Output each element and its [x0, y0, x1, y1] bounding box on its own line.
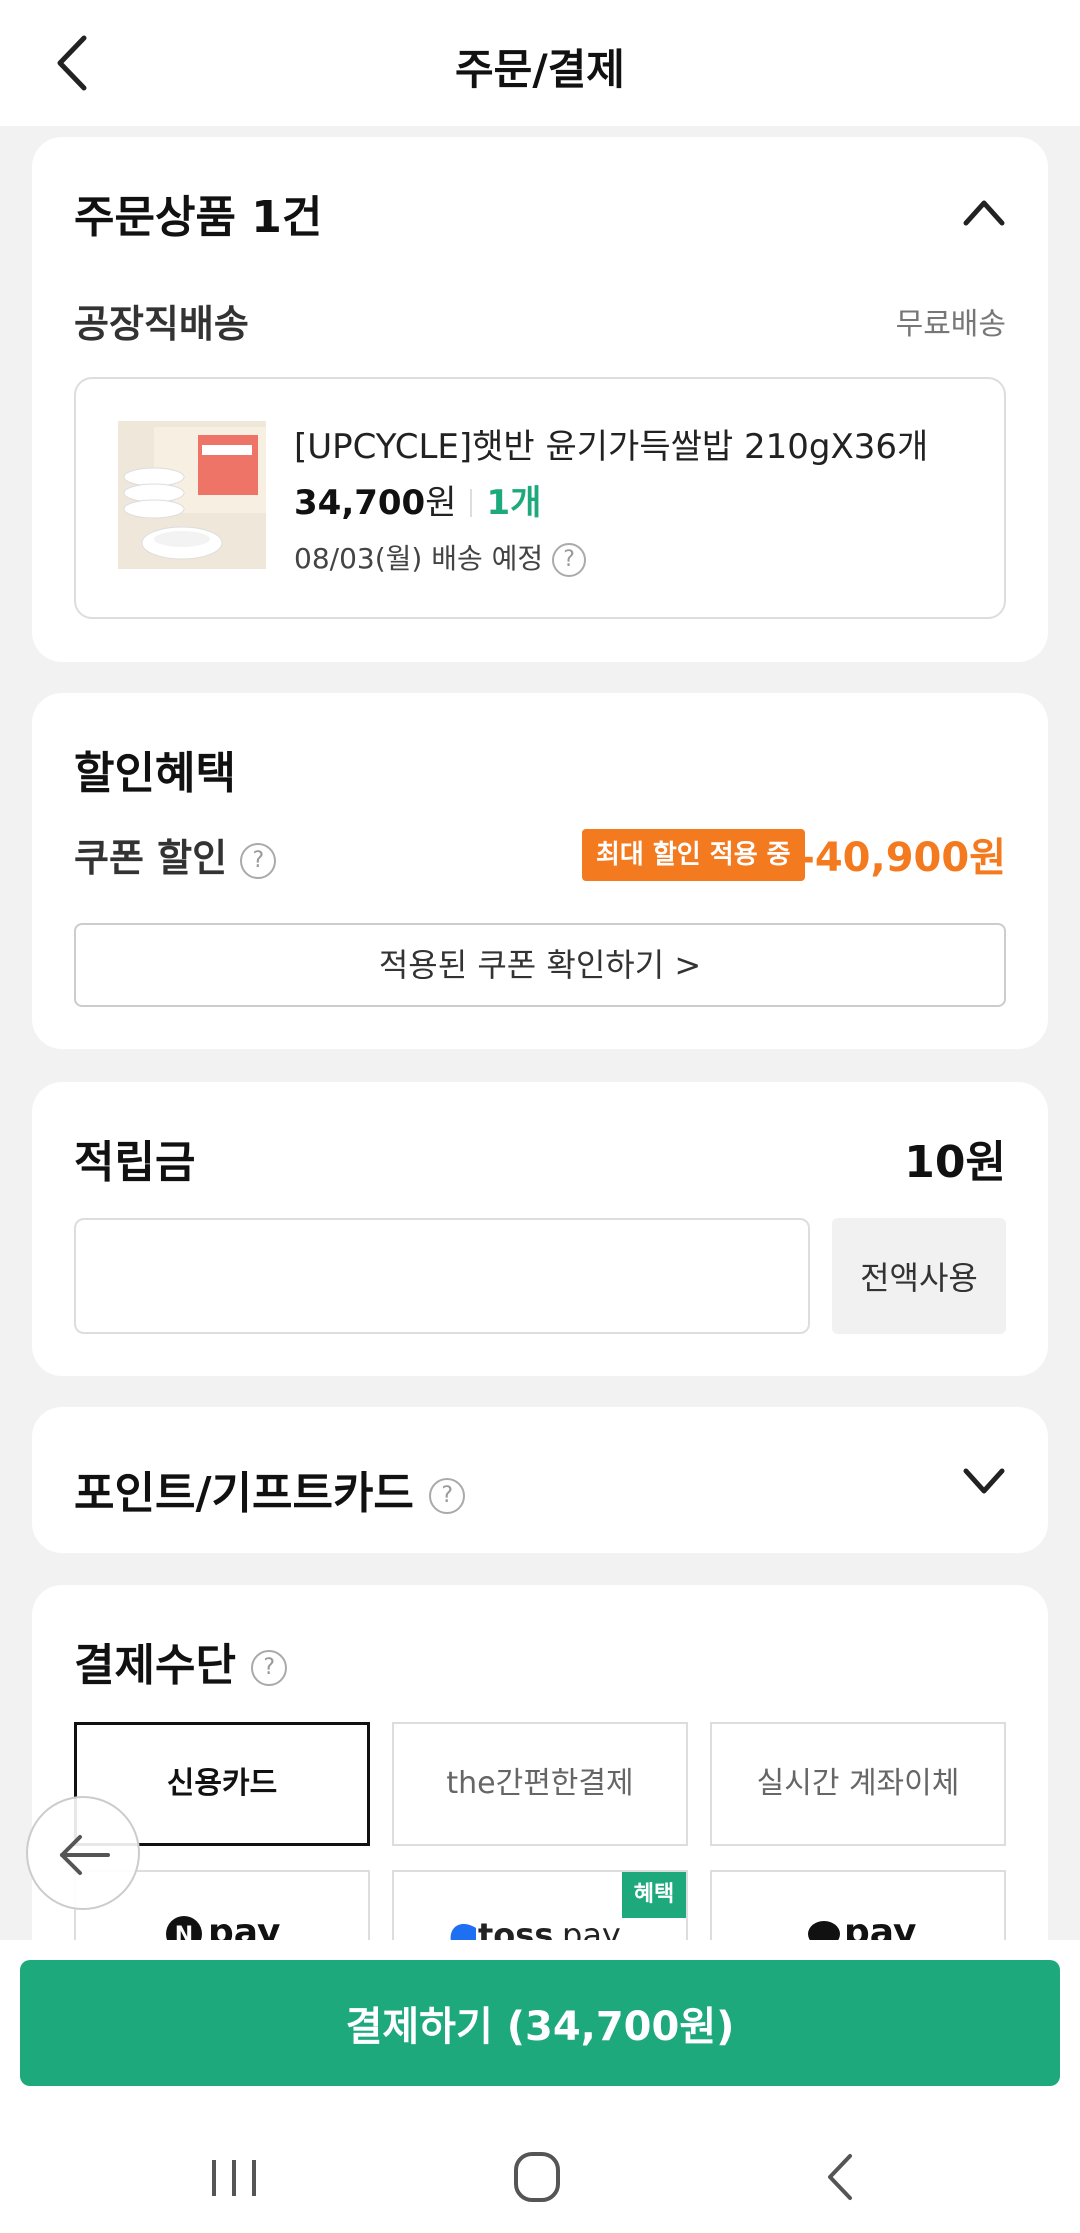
bottom-pay-bar: 결제하기 (34,700원) — [0, 1940, 1080, 2100]
order-items-card: 주문상품 1건 공장직배송 무료배송 [UPCYCLE]햇반 윤기가득쌀밥 21… — [32, 137, 1048, 662]
product-quantity: 1개 — [486, 483, 542, 523]
reward-title: 적립금 — [74, 1137, 196, 1188]
floating-back-button[interactable] — [26, 1796, 140, 1910]
use-all-reward-button[interactable]: 전액사용 — [832, 1218, 1006, 1334]
product-price: 34,700 — [294, 483, 426, 523]
benefit-badge: 혜택 — [622, 1872, 686, 1918]
check-coupons-button[interactable]: 적용된 쿠폰 확인하기 > — [74, 923, 1006, 1007]
coupon-discount-amount: -40,900원 — [798, 835, 1006, 881]
delivery-date-row: 08/03(월) 배송 예정 ? — [294, 537, 587, 577]
payment-help-icon[interactable]: ? — [251, 1650, 288, 1686]
product-image — [118, 421, 266, 569]
product-item[interactable]: [UPCYCLE]햇반 윤기가득쌀밥 210gX36개 34,700원 1개 08… — [74, 377, 1006, 619]
chevron-down-icon[interactable] — [962, 1467, 1006, 1497]
product-price-unit: 원 — [425, 483, 457, 523]
header: 주문/결제 — [0, 0, 1080, 126]
points-row: 포인트/기프트카드 ? — [74, 1457, 466, 1521]
order-items-title: 주문상품 1건 — [74, 192, 323, 243]
kakao-pay-logo-icon: pay — [808, 1912, 916, 1945]
pay-option-easy-pay[interactable]: the간편한결제 — [392, 1722, 688, 1846]
reward-balance: 10원 — [904, 1137, 1006, 1188]
pay-button[interactable]: 결제하기 (34,700원) — [20, 1960, 1060, 2086]
payment-card: 결제수단 ? 신용카드 the간편한결제 실시간 계좌이체 N pay toss… — [32, 1585, 1048, 1945]
reward-card: 적립금 10원 전액사용 — [32, 1082, 1048, 1376]
delivery-date: 08/03(월) 배송 예정 — [294, 542, 544, 575]
coupon-help-icon[interactable]: ? — [240, 842, 277, 879]
page-title: 주문/결제 — [455, 45, 625, 94]
coupon-discount-row: 쿠폰 할인 ? — [74, 827, 277, 882]
shipping-type: 공장직배송 — [74, 302, 249, 346]
home-icon[interactable] — [512, 2150, 562, 2204]
reward-amount-input[interactable] — [74, 1218, 810, 1334]
chevron-up-icon[interactable] — [962, 197, 1006, 227]
pay-option-kakao-pay[interactable]: pay — [710, 1870, 1006, 1945]
price-divider — [470, 489, 473, 517]
shipping-fee: 무료배송 — [895, 307, 1006, 342]
product-name: [UPCYCLE]햇반 윤기가득쌀밥 210gX36개 — [294, 427, 929, 467]
recent-apps-icon[interactable] — [206, 2156, 262, 2200]
payment-title-row: 결제수단 ? — [74, 1629, 288, 1693]
system-back-icon[interactable] — [818, 2150, 862, 2204]
points-help-icon[interactable]: ? — [429, 1478, 466, 1514]
delivery-help-icon[interactable]: ? — [552, 543, 587, 577]
arrow-left-icon — [60, 1835, 110, 1875]
pay-option-bank-transfer[interactable]: 실시간 계좌이체 — [710, 1722, 1006, 1846]
payment-title: 결제수단 — [74, 1640, 236, 1691]
product-price-row: 34,700원 1개 — [294, 475, 541, 524]
coupon-discount-label: 쿠폰 할인 — [74, 836, 228, 880]
discount-title: 할인혜택 — [74, 748, 236, 799]
discount-card: 할인혜택 쿠폰 할인 ? 최대 할인 적용 중 -40,900원 적용된 쿠폰 … — [32, 693, 1048, 1049]
max-discount-badge: 최대 할인 적용 중 — [582, 829, 805, 881]
points-card[interactable]: 포인트/기프트카드 ? — [32, 1407, 1048, 1553]
points-title: 포인트/기프트카드 — [74, 1468, 414, 1519]
pay-option-toss-pay[interactable]: toss pay 혜택 — [392, 1870, 688, 1945]
system-navigation-bar — [0, 2100, 1080, 2233]
